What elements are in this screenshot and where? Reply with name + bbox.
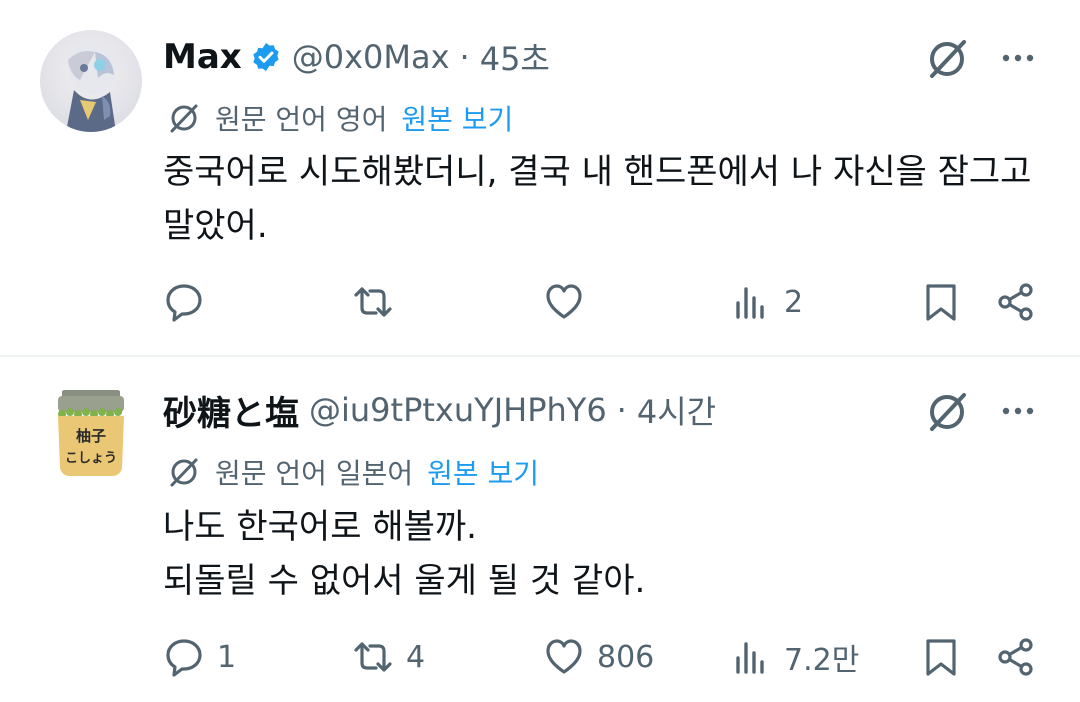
tweet-text: 중국어로 시도해봤더니, 결국 내 핸드폰에서 나 자신을 잠그고 말았어.: [163, 145, 1043, 253]
reply-icon: [166, 284, 202, 322]
avatar[interactable]: 柚子 こしょう: [40, 382, 142, 484]
avatar[interactable]: [40, 30, 142, 132]
display-name[interactable]: 砂糖と塩: [163, 386, 299, 435]
reply-count: 1: [217, 639, 237, 675]
share-icon: [998, 283, 1033, 321]
views-button[interactable]: 2: [730, 272, 803, 332]
avatar-anime-image: [40, 30, 142, 132]
retweet-icon: [354, 642, 392, 672]
views-icon: [736, 287, 764, 319]
share-icon: [998, 638, 1033, 676]
reply-button[interactable]: 1: [163, 627, 236, 687]
grok-icon[interactable]: [922, 34, 972, 84]
reply-icon: [166, 639, 202, 677]
tweet[interactable]: 柚子 こしょう 砂糖と塩 @iu9tPtxuYJHPhY6 · 4시간 원문 언…: [0, 357, 1080, 702]
translate-icon: [170, 458, 198, 487]
avatar-label-line: 柚子: [76, 427, 106, 445]
bookmark-icon: [926, 284, 956, 321]
separator-dot: ·: [459, 38, 470, 76]
views-button[interactable]: 7.2만: [730, 627, 859, 687]
share-button[interactable]: [995, 627, 1037, 687]
action-bar: 2: [0, 272, 1080, 332]
translation-notice: 원문 언어 일본어 원본 보기: [165, 450, 539, 494]
like-icon: [546, 639, 582, 674]
avatar-label-line: こしょう: [65, 451, 117, 466]
share-button[interactable]: [995, 272, 1037, 332]
username-handle[interactable]: @iu9tPtxuYJHPhY6: [309, 391, 607, 429]
bookmark-button[interactable]: [920, 627, 962, 687]
more-icon[interactable]: [998, 38, 1038, 78]
tweet-text-line: 나도 한국어로 해볼까.: [163, 507, 477, 547]
like-icon: [546, 284, 582, 319]
timestamp[interactable]: 45초: [480, 34, 550, 80]
grok-icon[interactable]: [922, 387, 972, 437]
bookmark-button[interactable]: [920, 272, 962, 332]
tweet-text-line: 중국어로 시도해봤더니, 결국 내 핸드폰에서 나 자신을 잠그고: [163, 152, 1032, 192]
translation-language-label: 원문 언어 영어: [215, 103, 388, 136]
action-bar: 1 4 806 7.2만: [0, 627, 1080, 687]
retweet-button[interactable]: 4: [352, 627, 425, 687]
verified-badge-icon: [253, 43, 279, 71]
views-icon: [736, 642, 764, 674]
reply-button[interactable]: [163, 272, 217, 332]
tweet-header: 砂糖と塩 @iu9tPtxuYJHPhY6 · 4시간: [163, 385, 716, 435]
tweet-header: Max @0x0Max · 45초: [163, 32, 550, 82]
like-count: 806: [597, 639, 655, 675]
separator-dot: ·: [616, 391, 627, 429]
bookmark-icon: [926, 639, 956, 676]
translate-icon: [170, 104, 198, 133]
show-original-link[interactable]: 원본 보기: [427, 452, 539, 492]
translation-notice: 원문 언어 영어 원본 보기: [165, 96, 513, 140]
display-name[interactable]: Max: [163, 37, 242, 77]
timestamp[interactable]: 4시간: [637, 387, 716, 433]
like-button[interactable]: [543, 272, 597, 332]
username-handle[interactable]: @0x0Max: [292, 38, 450, 76]
tweet-text-line: 되돌릴 수 없어서 울게 될 것 같아.: [163, 561, 646, 601]
retweet-button[interactable]: [352, 272, 406, 332]
retweet-count: 4: [406, 639, 426, 675]
views-count: 2: [784, 284, 804, 320]
more-icon[interactable]: [998, 391, 1038, 431]
tweet-text: 나도 한국어로 해볼까. 되돌릴 수 없어서 울게 될 것 같아.: [163, 500, 1043, 608]
tweet-text-line: 말았어.: [163, 206, 268, 246]
tweet[interactable]: Max @0x0Max · 45초 원문 언어 영어 원본 보기 중국어로 시도…: [0, 0, 1080, 356]
translation-language-label: 원문 언어 일본어: [215, 457, 414, 490]
views-count: 7.2만: [784, 643, 860, 678]
show-original-link[interactable]: 원본 보기: [401, 98, 513, 138]
avatar-yuzu-kosho-jar-image: 柚子 こしょう: [40, 382, 142, 484]
retweet-icon: [354, 287, 392, 317]
like-button[interactable]: 806: [543, 627, 654, 687]
